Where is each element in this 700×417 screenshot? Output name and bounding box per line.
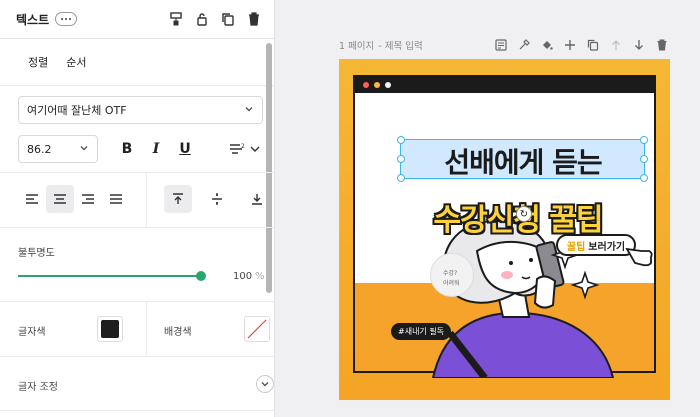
opacity-slider-handle[interactable] bbox=[196, 271, 206, 281]
align-right-button[interactable] bbox=[74, 185, 102, 213]
panel-tabs: 정렬 순서 bbox=[0, 39, 274, 86]
format-painter-icon[interactable] bbox=[168, 11, 184, 27]
text-color-swatch[interactable] bbox=[97, 316, 123, 342]
add-page-icon[interactable] bbox=[563, 38, 577, 52]
copy-page-icon[interactable] bbox=[586, 38, 600, 52]
memo-icon[interactable] bbox=[494, 38, 508, 52]
opacity-slider-track[interactable] bbox=[18, 275, 203, 277]
text-color-label: 글자색 bbox=[18, 327, 46, 338]
opacity-unit: % bbox=[255, 271, 265, 282]
align-justify-button[interactable] bbox=[102, 185, 130, 213]
page-title-input[interactable]: - 제목 입력 bbox=[378, 38, 422, 52]
text-properties-panel: 텍스트 정렬 순서 여기어때 잘난체 OTF 86.2 B I U 2 불투명도… bbox=[0, 0, 275, 417]
section-divider bbox=[0, 356, 274, 357]
chevron-down-icon bbox=[244, 104, 254, 117]
align-center-button[interactable] bbox=[46, 185, 74, 213]
text-adjust-expand-button[interactable] bbox=[256, 375, 274, 393]
bold-button[interactable]: B bbox=[120, 140, 134, 158]
strikethrough-dropdown[interactable]: 2 bbox=[228, 140, 262, 158]
more-options-button[interactable] bbox=[55, 12, 78, 26]
browser-window-illustration: 수강? 어려워 선배에게 듣는 수강신청 꿀팁 ↻ 꿀팁 보러가기 #새내기 필… bbox=[353, 75, 656, 378]
font-size-select[interactable]: 86.2 bbox=[18, 135, 98, 163]
design-artboard[interactable]: 수강? 어려워 선배에게 듣는 수강신청 꿀팁 ↻ 꿀팁 보러가기 #새내기 필… bbox=[339, 59, 670, 400]
section-divider bbox=[0, 227, 274, 228]
panel-title: 텍스트 bbox=[16, 12, 50, 27]
section-divider bbox=[146, 172, 147, 227]
bubble-text: 어려워 bbox=[443, 280, 460, 287]
speech-bubble: 수강? 어려워 bbox=[430, 253, 474, 297]
italic-button[interactable]: I bbox=[149, 140, 163, 158]
align-left-button[interactable] bbox=[18, 185, 46, 213]
canvas-area: 1 페이지 - 제목 입력 수강? 어려워 선배에게 듣는 수강신청 꿀팁 ↻ … bbox=[275, 0, 700, 417]
hashtag-badge: #새내기 필독 bbox=[391, 323, 452, 340]
rotate-handle-icon[interactable]: ↻ bbox=[516, 206, 532, 222]
valign-bottom-button[interactable] bbox=[243, 185, 271, 213]
opacity-label: 불투명도 bbox=[18, 248, 55, 259]
tab-align[interactable]: 정렬 bbox=[28, 54, 48, 70]
page-number: 1 페이지 bbox=[339, 41, 375, 52]
tip-cta-button[interactable]: 꿀팁 보러가기 bbox=[556, 234, 636, 256]
header-actions bbox=[168, 11, 262, 27]
move-down-icon[interactable] bbox=[632, 38, 646, 52]
tab-order[interactable]: 순서 bbox=[66, 54, 86, 70]
section-divider bbox=[0, 301, 274, 302]
window-content: 수강? 어려워 선배에게 듣는 수강신청 꿀팁 ↻ 꿀팁 보러가기 #새내기 필… bbox=[355, 93, 654, 378]
svg-text:2: 2 bbox=[241, 143, 245, 150]
pointing-hand-icon bbox=[625, 247, 653, 267]
duplicate-icon[interactable] bbox=[220, 11, 236, 27]
chevron-down-icon bbox=[261, 382, 269, 387]
font-family-select[interactable]: 여기어때 잘난체 OTF bbox=[18, 96, 263, 124]
bg-color-label: 배경색 bbox=[164, 327, 192, 338]
valign-middle-button[interactable] bbox=[203, 185, 231, 213]
tip-label: 보러가기 bbox=[588, 241, 626, 253]
chevron-down-icon bbox=[79, 143, 89, 156]
page-toolbar: 1 페이지 - 제목 입력 bbox=[339, 37, 669, 53]
lock-icon[interactable] bbox=[194, 11, 210, 27]
delete-page-icon[interactable] bbox=[655, 38, 669, 52]
tip-prefix: 꿀팁 bbox=[566, 241, 586, 253]
section-divider bbox=[146, 301, 147, 356]
panel-header: 텍스트 bbox=[0, 0, 274, 39]
section-divider bbox=[0, 172, 274, 173]
page-tools bbox=[494, 38, 669, 52]
text-adjust-label: 글자 조정 bbox=[18, 382, 58, 393]
window-title-bar bbox=[355, 77, 654, 93]
font-size-value: 86.2 bbox=[27, 142, 52, 156]
move-up-icon[interactable] bbox=[609, 38, 623, 52]
bubble-text: 수강? bbox=[443, 270, 458, 277]
font-family-value: 여기어때 잘난체 OTF bbox=[27, 104, 127, 117]
bg-color-swatch[interactable] bbox=[244, 316, 270, 342]
valign-top-button[interactable] bbox=[164, 185, 192, 213]
panel-scrollbar[interactable] bbox=[266, 43, 272, 293]
headline-line-1[interactable]: 선배에게 듣는 bbox=[403, 141, 643, 179]
fill-bucket-icon[interactable] bbox=[540, 38, 554, 52]
underline-button[interactable]: U bbox=[178, 140, 192, 158]
opacity-value[interactable]: 100 bbox=[233, 271, 252, 282]
eyedropper-icon[interactable] bbox=[517, 38, 531, 52]
trash-icon[interactable] bbox=[246, 11, 262, 27]
section-divider bbox=[0, 410, 274, 411]
